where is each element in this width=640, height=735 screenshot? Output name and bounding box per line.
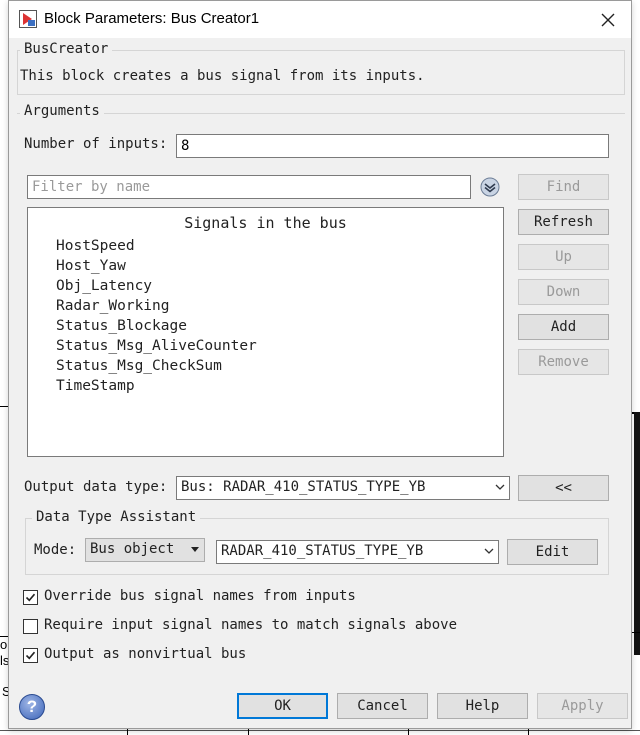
mode-value: Bus object	[90, 541, 175, 557]
find-button[interactable]: Find	[518, 174, 609, 200]
title-bar[interactable]: Block Parameters: Bus Creator1	[9, 1, 631, 38]
list-item[interactable]: Status_Blockage	[56, 318, 187, 334]
down-button[interactable]: Down	[518, 279, 609, 305]
list-item[interactable]: TimeStamp	[56, 378, 135, 394]
list-item[interactable]: Radar_Working	[56, 298, 170, 314]
buscreator-group-label: BusCreator	[20, 41, 113, 57]
edit-button[interactable]: Edit	[507, 539, 598, 565]
close-icon	[601, 13, 615, 26]
data-type-assistant-label: Data Type Assistant	[32, 509, 201, 525]
remove-button[interactable]: Remove	[518, 349, 609, 375]
mode-select[interactable]: Bus object	[85, 538, 205, 562]
num-inputs-label: Number of inputs:	[24, 136, 168, 152]
block-description: This block creates a bus signal from its…	[20, 68, 425, 84]
checkmark-icon	[25, 593, 36, 602]
arguments-group-label: Arguments	[20, 103, 104, 119]
block-parameters-dialog: Block Parameters: Bus Creator1 BusCreato…	[8, 0, 632, 729]
help-icon[interactable]: ?	[19, 694, 45, 720]
require-match-checkbox[interactable]	[23, 619, 38, 634]
filter-options-button[interactable]	[479, 177, 501, 197]
list-item[interactable]: Status_Msg_AliveCounter	[56, 338, 257, 354]
override-names-checkbox[interactable]	[23, 590, 38, 605]
add-button[interactable]: Add	[518, 314, 609, 340]
window-title: Block Parameters: Bus Creator1	[44, 10, 260, 27]
list-item[interactable]: Status_Msg_CheckSum	[56, 358, 222, 374]
bus-object-select[interactable]: RADAR_410_STATUS_TYPE_YB	[216, 540, 499, 564]
help-button[interactable]: Help	[437, 693, 528, 719]
nonvirtual-bus-checkbox[interactable]	[23, 648, 38, 663]
caret-down-icon	[191, 547, 199, 552]
bus-object-value: RADAR_410_STATUS_TYPE_YB	[221, 543, 424, 559]
nonvirtual-bus-label[interactable]: Output as nonvirtual bus	[44, 646, 246, 662]
simulink-block-icon	[19, 10, 37, 28]
signals-list-header: Signals in the bus	[184, 214, 347, 232]
apply-button[interactable]: Apply	[537, 693, 628, 719]
override-names-label[interactable]: Override bus signal names from inputs	[44, 588, 356, 604]
close-button[interactable]	[585, 1, 631, 38]
filter-input[interactable]	[27, 175, 471, 199]
checkmark-icon	[25, 651, 36, 660]
num-inputs-field[interactable]	[176, 134, 609, 158]
output-type-select[interactable]: Bus: RADAR_410_STATUS_TYPE_YB	[176, 476, 510, 500]
ok-button[interactable]: OK	[237, 693, 328, 719]
signals-listbox[interactable]: Signals in the bus HostSpeed Host_Yaw Ob…	[27, 207, 504, 457]
output-type-label: Output data type:	[24, 479, 168, 495]
cancel-button[interactable]: Cancel	[337, 693, 428, 719]
list-item[interactable]: Host_Yaw	[56, 258, 126, 274]
chevron-down-circle-icon	[480, 177, 500, 197]
output-type-value: Bus: RADAR_410_STATUS_TYPE_YB	[181, 479, 426, 495]
refresh-button[interactable]: Refresh	[518, 209, 609, 235]
require-match-label[interactable]: Require input signal names to match sign…	[44, 617, 457, 633]
hide-assistant-button[interactable]: <<	[518, 475, 609, 501]
background-text-1: o	[0, 637, 8, 652]
up-button[interactable]: Up	[518, 244, 609, 270]
chevron-down-icon	[484, 548, 494, 554]
list-item[interactable]: HostSpeed	[56, 238, 135, 254]
chevron-down-icon	[495, 484, 505, 490]
list-item[interactable]: Obj_Latency	[56, 278, 152, 294]
mode-label: Mode:	[34, 542, 77, 558]
